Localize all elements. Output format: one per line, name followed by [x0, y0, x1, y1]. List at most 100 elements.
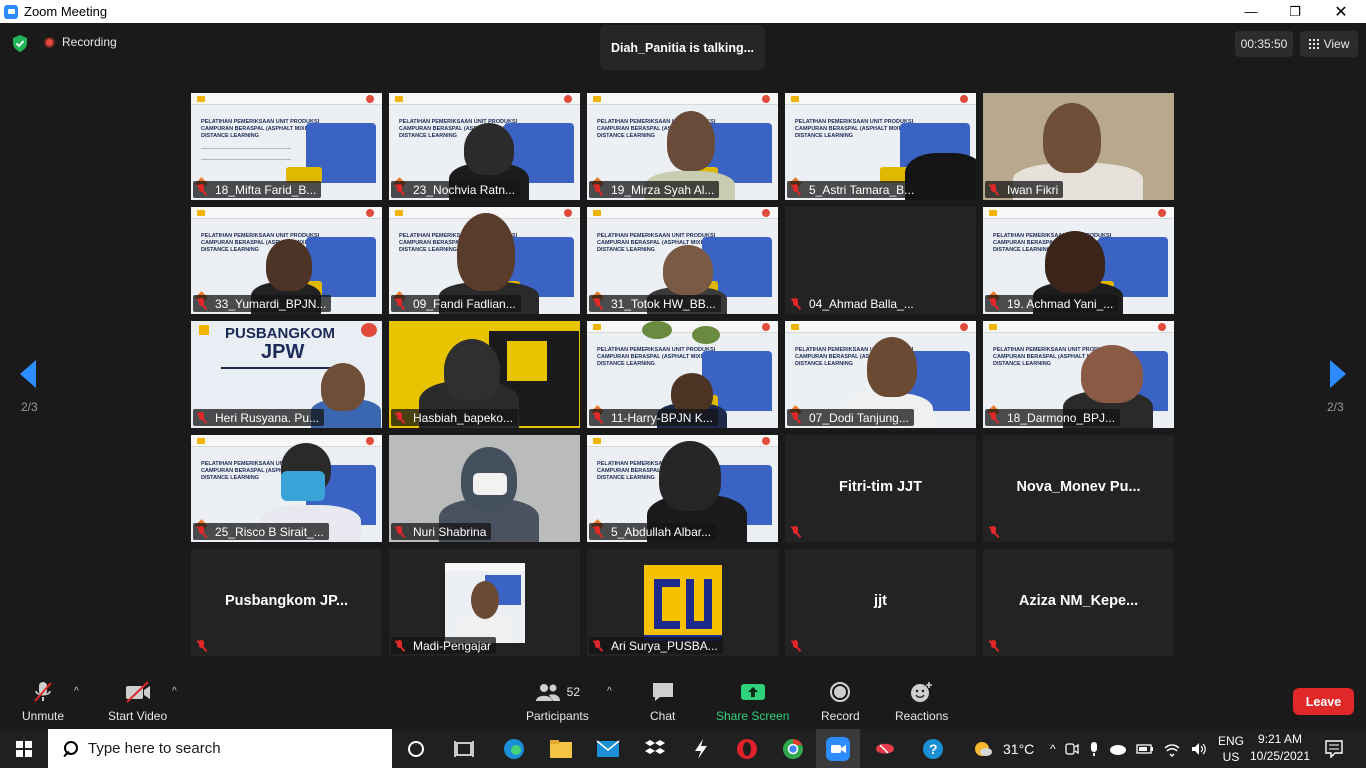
bolt-app-icon[interactable]: [689, 737, 713, 761]
muted-mic-icon: [988, 297, 1000, 310]
maximize-button[interactable]: ❐: [1272, 0, 1318, 23]
page-indicator-right: 2/3: [1327, 400, 1344, 414]
muted-mic-icon: [592, 411, 604, 424]
video-tile[interactable]: PUSBANGKOM JPW Heri Rusyana. Pu...: [191, 321, 382, 428]
video-tile[interactable]: jjt: [785, 549, 976, 656]
participants-button[interactable]: 52 Participants: [526, 680, 589, 723]
cloud-sync-icon[interactable]: [1109, 741, 1127, 757]
meeting-area: Recording Diah_Panitia is talking... 00:…: [0, 23, 1366, 672]
recording-indicator[interactable]: Recording: [44, 35, 117, 49]
search-input[interactable]: [88, 740, 368, 757]
page-indicator-left: 2/3: [21, 400, 38, 414]
participants-options-caret-icon[interactable]: ^: [607, 686, 612, 697]
audio-options-caret-icon[interactable]: ^: [74, 686, 79, 697]
video-tile[interactable]: Pusbangkom JP...: [191, 549, 382, 656]
video-tile[interactable]: Aziza NM_Kepe...: [983, 549, 1174, 656]
record-button[interactable]: Record: [821, 680, 860, 723]
chat-button[interactable]: Chat: [650, 680, 675, 723]
zoom-taskbar-icon[interactable]: [826, 737, 850, 761]
video-tile[interactable]: Hasbiah_bapeko...: [389, 321, 580, 428]
dropbox-icon[interactable]: [643, 737, 667, 761]
muted-mic-icon: [790, 183, 802, 196]
participant-name: Heri Rusyana. Pu...: [215, 410, 320, 425]
opera-icon[interactable]: [735, 737, 759, 761]
pu-logo-icon: [644, 565, 722, 641]
muted-mic-icon: [196, 183, 208, 196]
video-tile[interactable]: PELATIHAN PEMERIKSAAN UNIT PRODUKSI CAMP…: [191, 435, 382, 542]
start-button[interactable]: [0, 729, 48, 768]
mail-icon[interactable]: [596, 737, 620, 761]
participant-name: 23_Nochvia Ratn...: [413, 182, 516, 197]
clock-time: 9:21 AM: [1257, 732, 1303, 746]
participant-name: 04_Ahmad Balla_...: [809, 296, 914, 311]
active-speaker-banner: Diah_Panitia is talking...: [600, 25, 765, 70]
next-page-arrow-icon[interactable]: [1329, 359, 1347, 389]
video-tile[interactable]: PELATIHAN PEMERIKSAAN UNIT PRODUKSI CAMP…: [587, 321, 778, 428]
title-bar: Zoom Meeting — ❐ ✕: [0, 0, 1366, 23]
video-tile[interactable]: 04_Ahmad Balla_...: [785, 207, 976, 314]
minimize-button[interactable]: —: [1228, 0, 1274, 23]
taskbar-clock[interactable]: 9:21 AM 10/25/2021: [1238, 731, 1322, 765]
video-tile[interactable]: PELATIHAN PEMERIKSAAN UNIT PRODUKSI CAMP…: [587, 435, 778, 542]
microphone-icon[interactable]: [1088, 741, 1100, 757]
volume-icon[interactable]: [1190, 741, 1208, 757]
video-tile[interactable]: PELATIHAN PEMERIKSAAN UNIT PRODUKSI CAMP…: [983, 321, 1174, 428]
show-hidden-icons-icon[interactable]: ^: [1050, 742, 1056, 756]
video-tile[interactable]: PELATIHAN PEMERIKSAAN UNIT PRODUKSI CAMP…: [587, 207, 778, 314]
participant-name: 5_Abdullah Albar...: [611, 524, 712, 539]
window-title: Zoom Meeting: [24, 4, 108, 19]
svg-text:?: ?: [929, 741, 938, 757]
video-tile[interactable]: Ari Surya_PUSBA...: [587, 549, 778, 656]
participant-name: 18_Darmono_BPJ...: [1007, 410, 1116, 425]
close-button[interactable]: ✕: [1318, 0, 1364, 23]
participant-name: 09_Fandi Fadlian...: [413, 296, 516, 311]
snipping-tool-icon[interactable]: [873, 737, 897, 761]
previous-page-arrow-icon[interactable]: [19, 359, 37, 389]
chat-icon: [651, 680, 675, 704]
file-explorer-icon[interactable]: [549, 737, 573, 761]
video-tile[interactable]: PELATIHAN PEMERIKSAAN UNIT PRODUKSI CAMP…: [983, 207, 1174, 314]
muted-mic-icon: [394, 639, 406, 652]
notifications-icon[interactable]: [1322, 737, 1346, 761]
muted-mic-icon: [592, 639, 604, 652]
wifi-icon[interactable]: [1163, 741, 1181, 757]
muted-mic-icon: [790, 639, 802, 652]
muted-mic-icon: [988, 639, 1000, 652]
video-tile[interactable]: PELATIHAN PEMERIKSAAN UNIT PRODUKSI CAMP…: [191, 93, 382, 200]
video-tile[interactable]: PELATIHAN PEMERIKSAAN UNIT PRODUKSI CAMP…: [389, 93, 580, 200]
chrome-icon[interactable]: [781, 737, 805, 761]
video-tile[interactable]: PELATIHAN PEMERIKSAAN UNIT PRODUKSI CAMP…: [785, 321, 976, 428]
video-tile[interactable]: PELATIHAN PEMERIKSAAN UNIT PRODUKSI CAMP…: [191, 207, 382, 314]
video-tile[interactable]: Iwan Fikri: [983, 93, 1174, 200]
participant-name: Iwan Fikri: [1007, 182, 1059, 197]
video-tile[interactable]: Madi-Pengajar: [389, 549, 580, 656]
battery-icon[interactable]: [1135, 741, 1154, 757]
unmute-button[interactable]: Unmute: [22, 680, 64, 723]
reactions-button[interactable]: Reactions: [895, 680, 948, 723]
taskbar-search[interactable]: [48, 729, 392, 768]
profile-picture: [445, 563, 525, 643]
weather-widget[interactable]: 31°C: [973, 729, 1034, 768]
participant-display-name: Nova_Monev Pu...: [1016, 479, 1141, 495]
share-screen-button[interactable]: Share Screen: [716, 680, 789, 723]
video-tile[interactable]: Nuri Shabrina: [389, 435, 580, 542]
security-shield-icon[interactable]: [12, 35, 28, 52]
video-tile[interactable]: PELATIHAN PEMERIKSAAN UNIT PRODUKSI CAMP…: [389, 207, 580, 314]
video-tile[interactable]: PELATIHAN PEMERIKSAAN UNIT PRODUKSI CAMP…: [785, 93, 976, 200]
participants-count: 52: [566, 685, 581, 699]
leave-button[interactable]: Leave: [1293, 688, 1354, 715]
video-tile[interactable]: PELATIHAN PEMERIKSAAN UNIT PRODUKSI CAMP…: [587, 93, 778, 200]
video-tile[interactable]: Nova_Monev Pu...: [983, 435, 1174, 542]
video-tile[interactable]: Fitri-tim JJT: [785, 435, 976, 542]
participant-name: Nuri Shabrina: [413, 524, 487, 539]
view-button[interactable]: View: [1300, 31, 1358, 57]
help-icon[interactable]: ?: [921, 737, 945, 761]
video-options-caret-icon[interactable]: ^: [172, 686, 177, 697]
participant-name: 33_Yumardi_BPJN...: [215, 296, 327, 311]
start-video-button[interactable]: Start Video: [108, 680, 167, 723]
meet-now-icon[interactable]: [1064, 741, 1079, 757]
edge-browser-icon[interactable]: [502, 737, 526, 761]
participant-display-name: Fitri-tim JJT: [839, 479, 922, 495]
task-view-icon[interactable]: [452, 737, 476, 761]
cortana-icon[interactable]: [404, 737, 428, 761]
